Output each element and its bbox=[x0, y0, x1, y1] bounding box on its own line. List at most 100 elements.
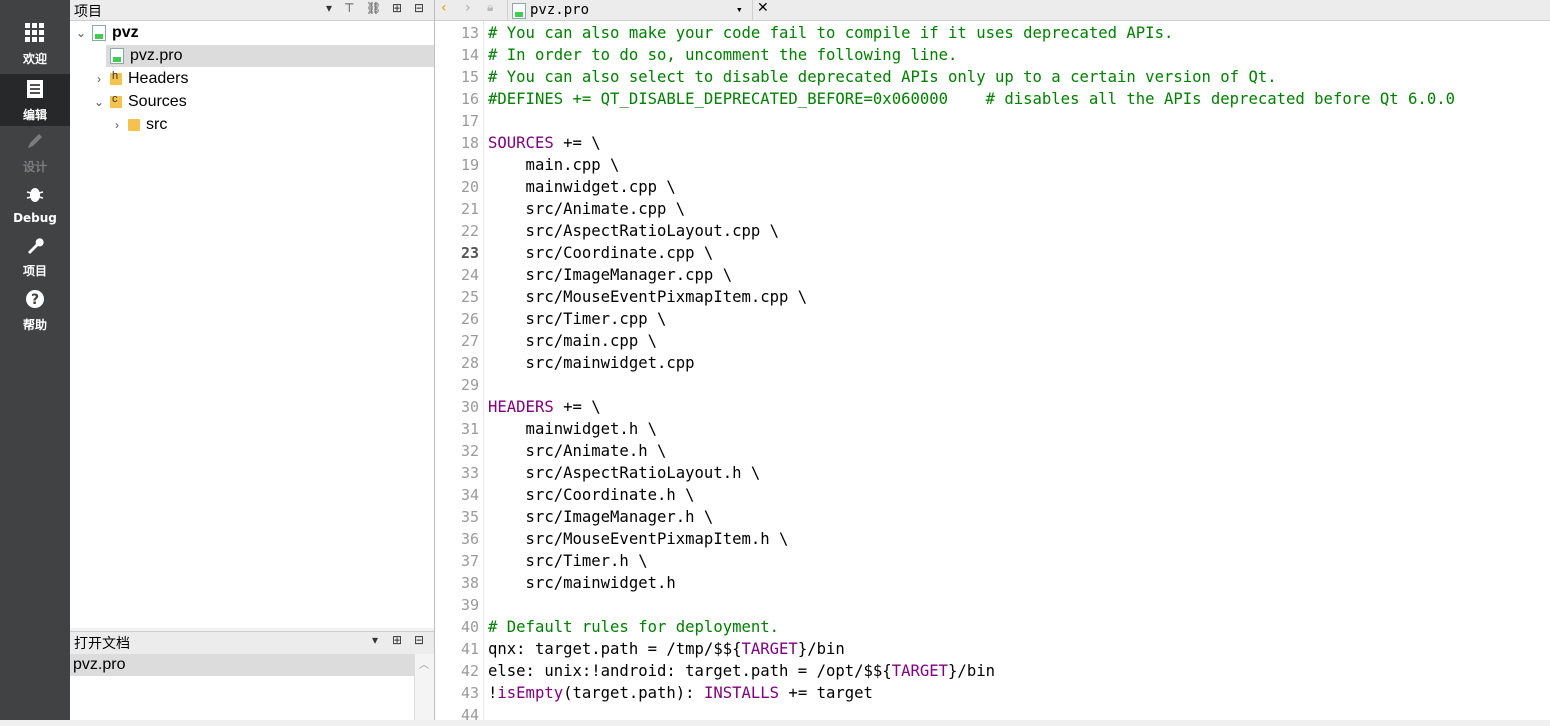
tree-node[interactable]: › src bbox=[110, 114, 434, 136]
pro-file-icon bbox=[512, 3, 526, 19]
code-text: src/ImageManager.cpp \ bbox=[488, 266, 733, 284]
line-number: 37 bbox=[460, 552, 479, 570]
line-number: 25 bbox=[460, 288, 479, 306]
project-panel-title: 项目 bbox=[74, 4, 102, 20]
code-text: += \ bbox=[553, 398, 601, 416]
line-number: 15 bbox=[460, 68, 479, 86]
project-panel-header: 项目 ▾ ⊤ ⛓ ⊞ ⊟ bbox=[70, 0, 434, 21]
code-text: main.cpp \ bbox=[488, 156, 620, 174]
mode-help[interactable]: ? 帮助 bbox=[0, 284, 70, 336]
code-text: += target bbox=[779, 684, 873, 702]
code-keyword: TARGET bbox=[741, 640, 798, 658]
bug-icon bbox=[24, 183, 46, 209]
code-line: # Default rules for deployment. bbox=[488, 616, 779, 638]
close-document-icon[interactable]: ✕ bbox=[757, 0, 769, 16]
code-line: !isEmpty(target.path): INSTALLS += targe… bbox=[488, 682, 873, 704]
code-text: else: unix:!android: target.path = /opt/… bbox=[488, 662, 892, 680]
chevron-right-icon[interactable]: › bbox=[110, 118, 124, 132]
headers-folder-icon bbox=[110, 70, 122, 85]
code-line: # You can also make your code fail to co… bbox=[488, 22, 1173, 44]
code-line: src/AspectRatioLayout.cpp \ bbox=[488, 220, 780, 242]
line-number: 41 bbox=[460, 640, 479, 658]
open-docs-header: 打开文档 ▾ ⊞ ⊟ bbox=[70, 631, 434, 655]
close-panel-icon[interactable]: ⊟ bbox=[414, 633, 424, 647]
code-line: HEADERS += \ bbox=[488, 396, 601, 418]
line-number: 21 bbox=[460, 200, 479, 218]
code-line: src/Coordinate.cpp \ bbox=[488, 242, 714, 264]
document-selector[interactable]: pvz.pro ▾ bbox=[507, 0, 753, 20]
mode-bar: 欢迎编辑设计 Debug 项目? 帮助 bbox=[0, 0, 70, 720]
code-text: }/bin bbox=[948, 662, 995, 680]
line-number: 20 bbox=[460, 178, 479, 196]
open-docs-dropdown-icon[interactable]: ▾ bbox=[372, 633, 378, 647]
code-line: src/MouseEventPixmapItem.cpp \ bbox=[488, 286, 808, 308]
tree-node[interactable]: ⌄ Sources bbox=[92, 91, 434, 113]
chevron-right-icon[interactable]: › bbox=[92, 72, 106, 86]
code-text: src/Timer.h \ bbox=[488, 552, 648, 570]
code-line: mainwidget.cpp \ bbox=[488, 176, 676, 198]
tree-node[interactable]: › Headers bbox=[92, 68, 434, 90]
forward-arrow-icon[interactable]: › bbox=[465, 0, 471, 16]
split-icon[interactable]: ⊞ bbox=[392, 633, 402, 647]
document-icon bbox=[24, 78, 46, 104]
project-tree: ⌄ pvz pvz.pro › Headers ⌄ Sources › src bbox=[70, 21, 434, 628]
code-line: src/MouseEventPixmapItem.h \ bbox=[488, 528, 789, 550]
code-line: #DEFINES += QT_DISABLE_DEPRECATED_BEFORE… bbox=[488, 88, 1455, 110]
mode-wrench[interactable]: 项目 bbox=[0, 230, 70, 282]
code-line: src/Animate.cpp \ bbox=[488, 198, 686, 220]
open-docs-scrollbar[interactable]: ︿ bbox=[414, 654, 435, 720]
scroll-up-icon[interactable]: ︿ bbox=[419, 656, 429, 671]
mode-document[interactable]: 编辑 bbox=[0, 74, 70, 126]
code-line: src/main.cpp \ bbox=[488, 330, 657, 352]
wrench-icon bbox=[24, 234, 46, 260]
code-text: src/mainwidget.h bbox=[488, 574, 676, 592]
mode-bug[interactable]: Debug bbox=[0, 178, 70, 230]
code-text: src/Animate.cpp \ bbox=[488, 200, 686, 218]
mode-label: 设计 bbox=[22, 159, 47, 174]
line-number: 18 bbox=[460, 134, 479, 152]
line-number: 23 bbox=[460, 244, 479, 262]
open-docs-list: pvz.pro bbox=[70, 654, 414, 720]
tree-node[interactable]: ⌄ pvz bbox=[74, 22, 434, 44]
mode-label: 帮助 bbox=[22, 317, 47, 332]
filter-icon[interactable]: ⊤ bbox=[344, 1, 354, 15]
code-text: src/MouseEventPixmapItem.cpp \ bbox=[488, 288, 808, 306]
chevron-down-icon[interactable]: ⌄ bbox=[92, 95, 106, 109]
panel-dropdown-icon[interactable]: ▾ bbox=[326, 1, 332, 15]
chevron-down-icon[interactable]: ⌄ bbox=[74, 26, 88, 40]
code-text: mainwidget.cpp \ bbox=[488, 178, 676, 196]
code-text: src/Timer.cpp \ bbox=[488, 310, 667, 328]
code-line: src/AspectRatioLayout.h \ bbox=[488, 462, 761, 484]
line-number: 26 bbox=[460, 310, 479, 328]
code-text: }/bin bbox=[797, 640, 845, 658]
code-editor[interactable]: # You can also make your code fail to co… bbox=[484, 21, 1550, 720]
code-text: src/Coordinate.cpp \ bbox=[488, 244, 714, 262]
tree-node-label: src bbox=[146, 116, 168, 133]
project-icon bbox=[92, 25, 106, 41]
open-doc-item[interactable]: pvz.pro bbox=[70, 654, 414, 676]
line-number: 36 bbox=[460, 530, 479, 548]
close-panel-icon[interactable]: ⊟ bbox=[414, 1, 424, 15]
line-number: 32 bbox=[460, 442, 479, 460]
code-keyword: TARGET bbox=[891, 662, 949, 680]
mode-label: 欢迎 bbox=[22, 51, 47, 66]
tree-node-label: Sources bbox=[128, 93, 187, 110]
line-number: 43 bbox=[460, 684, 479, 702]
code-line: src/Timer.h \ bbox=[488, 550, 648, 572]
code-text: (target.path): bbox=[563, 684, 704, 702]
tree-node[interactable]: pvz.pro bbox=[106, 45, 434, 67]
tree-node-label: pvz bbox=[112, 24, 139, 41]
pro-file-icon bbox=[110, 48, 124, 64]
code-text: src/Coordinate.h \ bbox=[488, 486, 695, 504]
back-arrow-icon[interactable]: ‹ bbox=[441, 0, 447, 16]
line-number: 35 bbox=[460, 508, 479, 526]
mode-grid[interactable]: 欢迎 bbox=[0, 18, 70, 70]
code-text: mainwidget.h \ bbox=[488, 420, 657, 438]
code-line: src/Timer.cpp \ bbox=[488, 308, 667, 330]
split-icon[interactable]: ⊞ bbox=[392, 1, 402, 15]
line-number: 13 bbox=[460, 24, 479, 42]
help-icon: ? bbox=[24, 288, 46, 314]
link-icon[interactable]: ⛓ bbox=[366, 1, 381, 15]
code-text: src/mainwidget.cpp bbox=[488, 354, 695, 372]
grid-icon bbox=[24, 22, 46, 48]
